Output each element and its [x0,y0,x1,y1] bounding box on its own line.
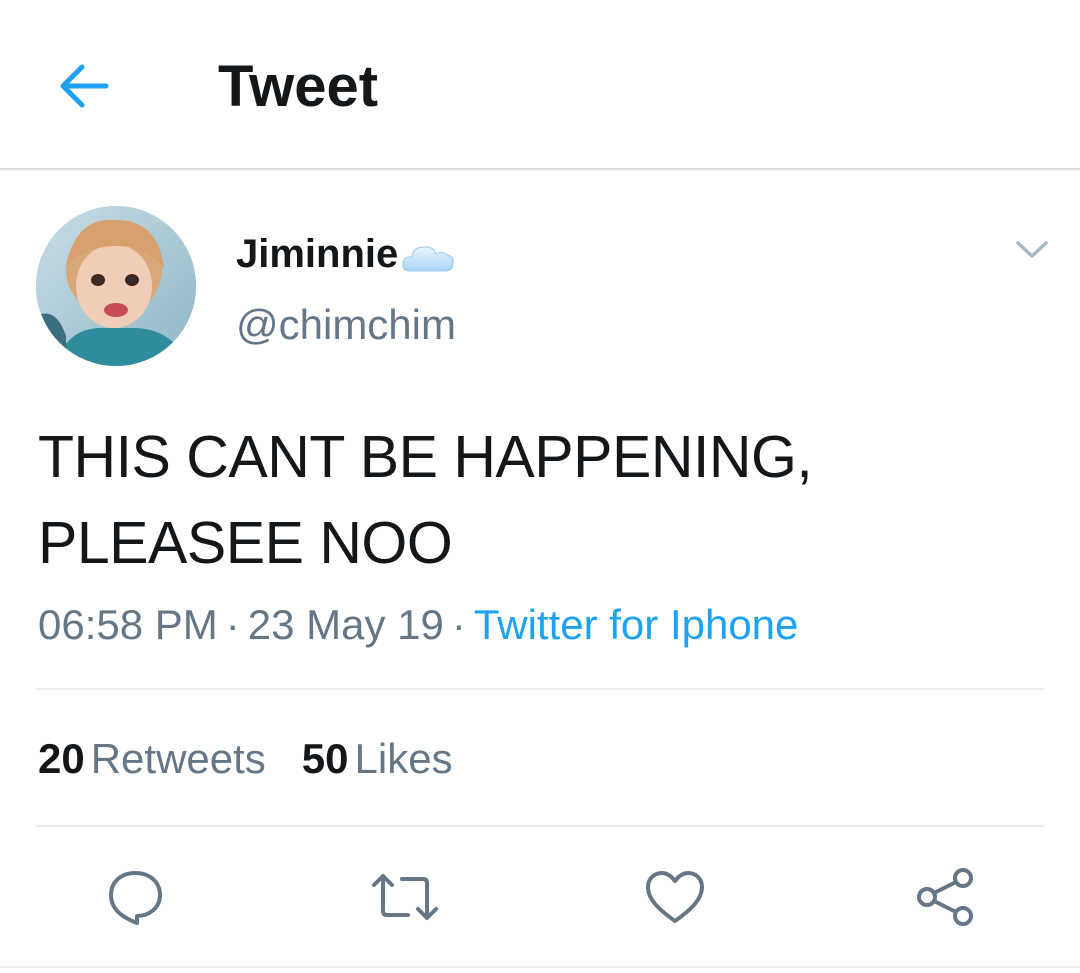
cloud-emoji-icon [402,246,454,272]
divider [36,688,1044,690]
meta-separator: · [225,601,240,648]
tweet-detail-screen: Tweet Jiminnie @chimchim THIS CANT BE HA… [0,0,1080,973]
retweet-button[interactable] [370,862,440,932]
divider [36,825,1044,827]
author-display-name: Jiminnie [236,231,399,276]
tweet-meta: 06:58 PM · 23 May 19 · Twitter for Iphone [38,598,798,652]
chevron-down-icon [1016,241,1048,258]
tweet-source-link[interactable]: Twitter for Iphone [474,601,799,648]
page-title: Tweet [218,54,379,119]
share-button[interactable] [910,862,980,932]
retweets-label: Retweets [90,735,266,782]
tweet-time: 06:58 PM [38,601,218,648]
likes-stat[interactable]: 50 Likes [302,732,453,786]
tweet-date: 23 May 19 [247,601,444,648]
arrow-left-icon [60,64,109,108]
top-app-bar: Tweet [0,0,1080,168]
header-divider [0,168,1080,172]
like-button[interactable] [640,862,710,932]
bottom-divider [0,966,1080,968]
avatar-photo [36,206,196,366]
retweets-count: 20 [38,735,85,782]
tweet-stats: 20 Retweets 50 Likes [38,732,489,786]
avatar[interactable] [36,206,196,366]
author-name-row[interactable]: Jiminnie [236,226,456,282]
tweet-options-button[interactable] [1010,232,1054,268]
tweet-text: THIS CANT BE HAPPENING, PLEASEE NOO [38,414,1038,586]
back-button[interactable] [52,56,116,116]
tweet-text-line: THIS CANT BE HAPPENING, [38,424,813,490]
share-icon [917,868,973,926]
author-handle[interactable]: @chimchim [236,300,456,350]
heart-icon [646,871,704,923]
retweet-icon [372,874,438,920]
retweets-stat[interactable]: 20 Retweets [38,732,266,786]
meta-separator: · [451,601,466,648]
reply-button[interactable] [100,862,170,932]
reply-icon [109,871,162,925]
likes-count: 50 [301,735,349,782]
tweet-text-line: PLEASEE NOO [38,510,453,576]
likes-label: Likes [354,735,453,782]
